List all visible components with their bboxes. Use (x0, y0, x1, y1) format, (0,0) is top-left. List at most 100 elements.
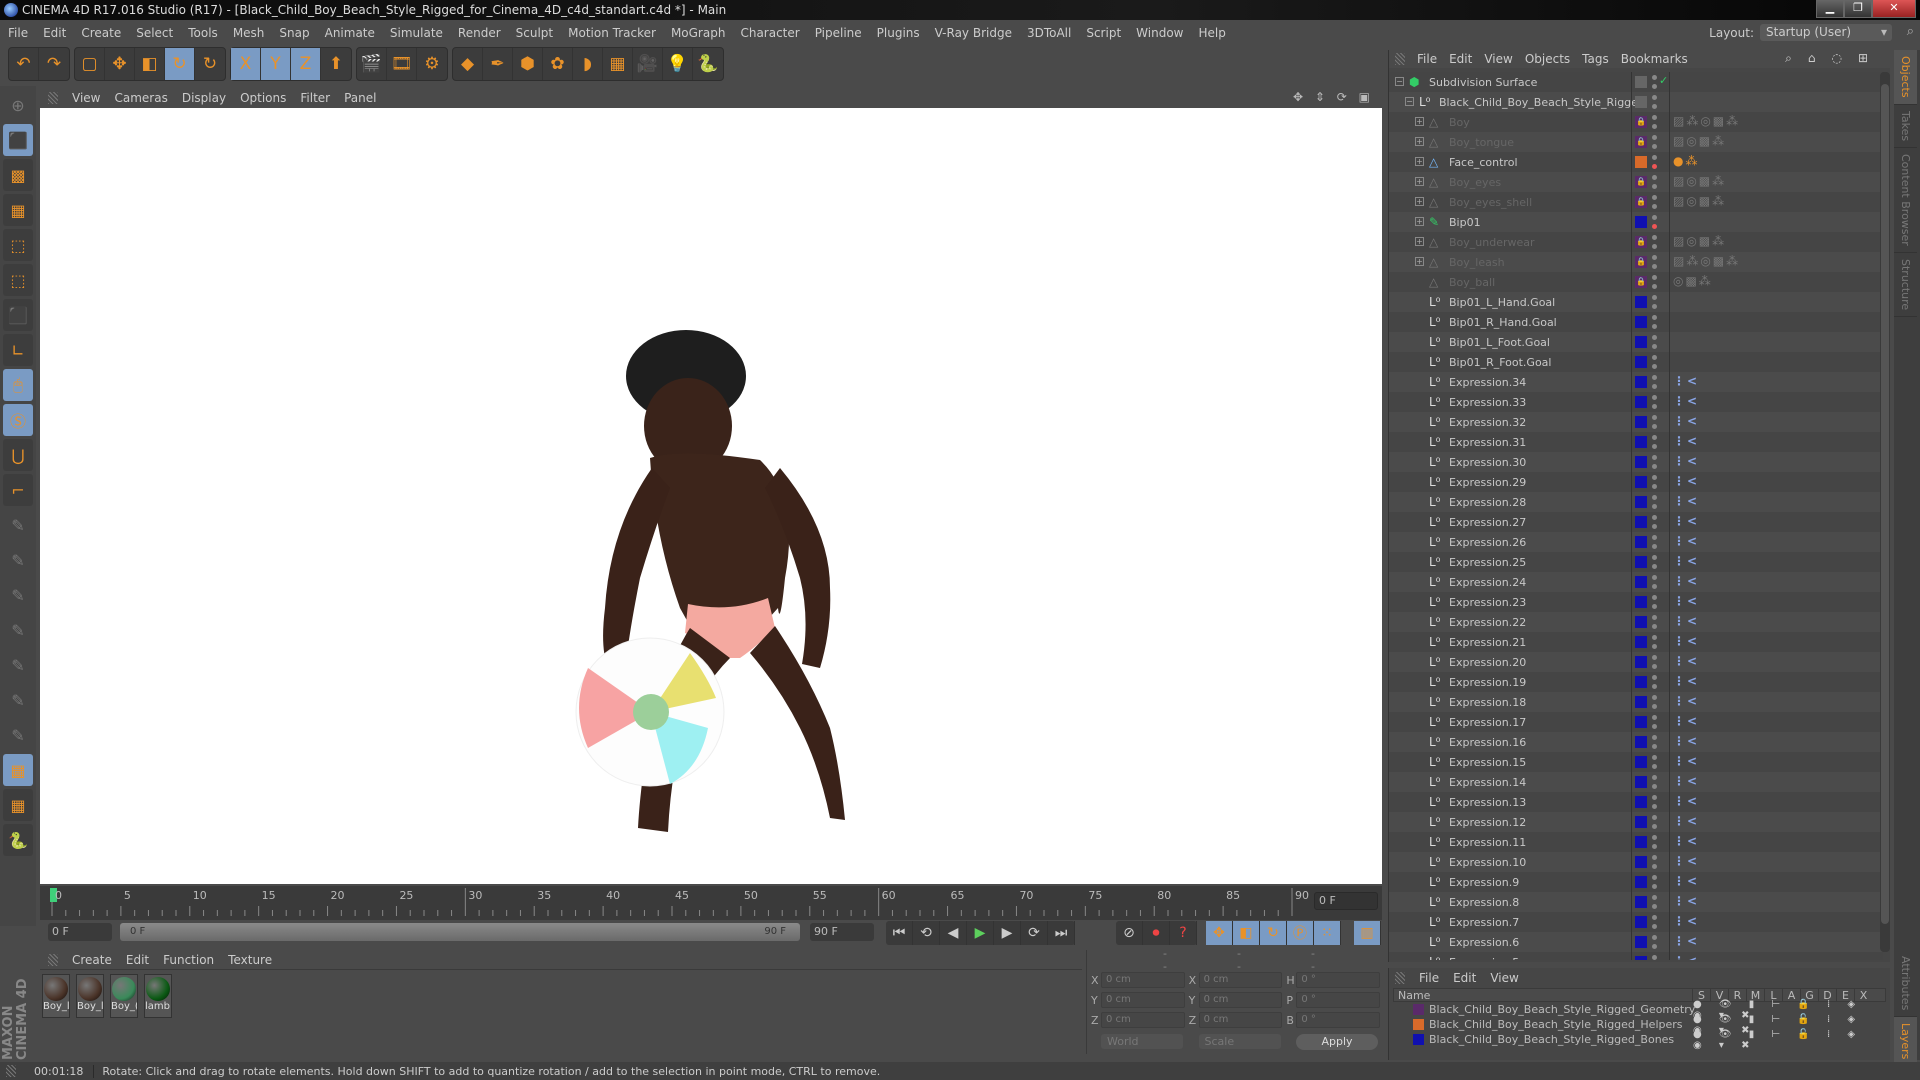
ik-r-button[interactable]: ✎ (3, 579, 33, 611)
layer-color-swatch[interactable] (1635, 516, 1647, 528)
rotation-b-field[interactable]: 0 ° (1296, 1012, 1381, 1028)
expand-icon[interactable]: + (1415, 117, 1424, 126)
viewport-menu-options[interactable]: Options (240, 91, 286, 105)
layer-color-swatch[interactable] (1413, 1004, 1424, 1015)
xpresso-tag-icon[interactable]: ⋮< (1673, 534, 1699, 548)
visibility-dots[interactable] (1652, 715, 1657, 729)
visibility-dots[interactable] (1652, 335, 1657, 349)
menu-sculpt[interactable]: Sculpt (516, 26, 553, 40)
search-icon[interactable]: ⌕ (1907, 24, 1914, 39)
object-row[interactable]: L⁰ Expression.16 ⋮< (1389, 732, 1883, 752)
material-menu-create[interactable]: Create (72, 953, 112, 967)
menu-window[interactable]: Window (1136, 26, 1183, 40)
layer-color-swatch[interactable] (1635, 376, 1647, 388)
object-name[interactable]: Expression.6 (1449, 936, 1519, 949)
timeline-window-icon[interactable]: ▥ (1354, 921, 1381, 945)
close-button[interactable]: ✕ (1872, 0, 1916, 18)
menu-render[interactable]: Render (458, 26, 501, 40)
layer-color-swatch[interactable] (1635, 456, 1647, 468)
menu-snap[interactable]: Snap (279, 26, 309, 40)
ik-add-button[interactable]: ✎ (3, 509, 33, 541)
minimize-button[interactable]: ▁ (1816, 0, 1844, 18)
panel-grip-icon[interactable] (48, 953, 58, 966)
visibility-dots[interactable] (1652, 915, 1657, 929)
object-row[interactable]: L⁰ Expression.19 ⋮< (1389, 672, 1883, 692)
layer-toggle-icons[interactable]: ● 👁 ▮ ⊢ 🔓 ⁞ ◈ ◉ ▾ ✖ (1693, 1029, 1886, 1051)
layer-color-swatch[interactable] (1635, 576, 1647, 588)
recent-tool-button[interactable]: ↻ (195, 48, 225, 80)
object-row[interactable]: + △ Boy_eyes_shell 🔒 ▨◎▩⁂ (1389, 192, 1883, 212)
layer-color-swatch[interactable] (1635, 696, 1647, 708)
visibility-dots[interactable] (1652, 75, 1657, 89)
tab-objects[interactable]: Objects (1894, 50, 1917, 105)
new-panel-icon[interactable]: ⊞ (1858, 51, 1872, 65)
object-row[interactable]: L⁰ Bip01_L_Foot.Goal (1389, 332, 1883, 352)
coordinate-system-button[interactable]: ⬆ (321, 48, 351, 80)
coordinate-space-dropdown[interactable]: World (1101, 1034, 1183, 1049)
expand-icon[interactable]: + (1415, 197, 1424, 206)
visibility-dots[interactable] (1652, 575, 1657, 589)
visibility-dots[interactable] (1652, 275, 1657, 289)
next-key-button[interactable]: ⟳ (1021, 921, 1048, 945)
viewport-menu-panel[interactable]: Panel (344, 91, 376, 105)
layer-color-swatch[interactable] (1635, 796, 1647, 808)
z-axis-button[interactable]: Z (291, 48, 321, 80)
viewport-menu-filter[interactable]: Filter (300, 91, 330, 105)
object-name[interactable]: Bip01_R_Hand.Goal (1449, 316, 1557, 329)
motion-record-button[interactable]: ⊘ (1116, 921, 1143, 945)
xpresso-tag-icon[interactable]: ⋮< (1673, 894, 1699, 908)
object-tags[interactable]: ▨◎▩⁂ (1673, 234, 1726, 248)
visibility-dots[interactable] (1652, 895, 1657, 909)
render-settings-button[interactable]: ⚙ (417, 48, 447, 80)
menu-edit[interactable]: Edit (43, 26, 66, 40)
floor-button[interactable]: ▦ (603, 48, 633, 80)
object-row[interactable]: L⁰ Expression.28 ⋮< (1389, 492, 1883, 512)
xpresso-tag-icon[interactable]: ⋮< (1673, 814, 1699, 828)
object-row[interactable]: L⁰ Bip01_L_Hand.Goal (1389, 292, 1883, 312)
visibility-dots[interactable] (1652, 595, 1657, 609)
object-row[interactable]: L⁰ Expression.12 ⋮< (1389, 812, 1883, 832)
visibility-dots[interactable] (1652, 255, 1657, 269)
object-menu-objects[interactable]: Objects (1525, 52, 1570, 66)
layer-color-swatch[interactable] (1413, 1034, 1424, 1045)
object-row[interactable]: L⁰ Expression.14 ⋮< (1389, 772, 1883, 792)
search-icon[interactable]: ⌕ (1785, 51, 1796, 65)
layer-color-swatch[interactable] (1635, 736, 1647, 748)
xpresso-tag-icon[interactable]: ⋮< (1673, 454, 1699, 468)
object-name[interactable]: Expression.32 (1449, 416, 1526, 429)
object-name[interactable]: Expression.11 (1449, 836, 1526, 849)
object-name[interactable]: Expression.12 (1449, 816, 1526, 829)
layer-menu-view[interactable]: View (1490, 971, 1518, 985)
object-row[interactable]: L⁰ Expression.21 ⋮< (1389, 632, 1883, 652)
menu-tools[interactable]: Tools (188, 26, 218, 40)
pen-spline-button[interactable]: ✒ (483, 48, 513, 80)
make-editable-button[interactable]: ⊕ (3, 89, 33, 121)
current-frame-field[interactable]: 0 F (1314, 892, 1378, 910)
previous-frame-button[interactable]: ◀ (940, 921, 967, 945)
visibility-dots[interactable] (1652, 675, 1657, 689)
panel-grip-icon[interactable] (1395, 972, 1405, 984)
visibility-dots[interactable] (1652, 695, 1657, 709)
object-name[interactable]: Expression.30 (1449, 456, 1526, 469)
maximize-button[interactable]: ❐ (1844, 0, 1872, 18)
material-menu-edit[interactable]: Edit (126, 953, 149, 967)
next-frame-button[interactable]: ▶ (994, 921, 1021, 945)
layer-color-swatch[interactable] (1635, 476, 1647, 488)
expand-icon[interactable]: + (1415, 177, 1424, 186)
menu-script[interactable]: Script (1086, 26, 1121, 40)
y-axis-button[interactable]: Y (261, 48, 291, 80)
xpresso-tag-icon[interactable]: ⋮< (1673, 614, 1699, 628)
object-row[interactable]: L⁰ Bip01_R_Hand.Goal (1389, 312, 1883, 332)
object-row[interactable]: + △ Boy_leash 🔒 ▨⁂◎▩⁂ (1389, 252, 1883, 272)
lock-workplane-button[interactable]: ▦ (3, 754, 33, 786)
menu-character[interactable]: Character (740, 26, 799, 40)
apply-button[interactable]: Apply (1296, 1034, 1378, 1050)
time-range-slider[interactable]: 0 F 90 F (120, 923, 800, 941)
axis-mode-button[interactable]: ∟ (3, 334, 33, 366)
object-name[interactable]: Expression.13 (1449, 796, 1526, 809)
object-row[interactable]: L⁰ Expression.17 ⋮< (1389, 712, 1883, 732)
collapse-icon[interactable]: − (1395, 77, 1404, 86)
visibility-dots[interactable] (1652, 435, 1657, 449)
object-row[interactable]: L⁰ Expression.31 ⋮< (1389, 432, 1883, 452)
python-script-button[interactable]: 🐍 (3, 824, 33, 856)
